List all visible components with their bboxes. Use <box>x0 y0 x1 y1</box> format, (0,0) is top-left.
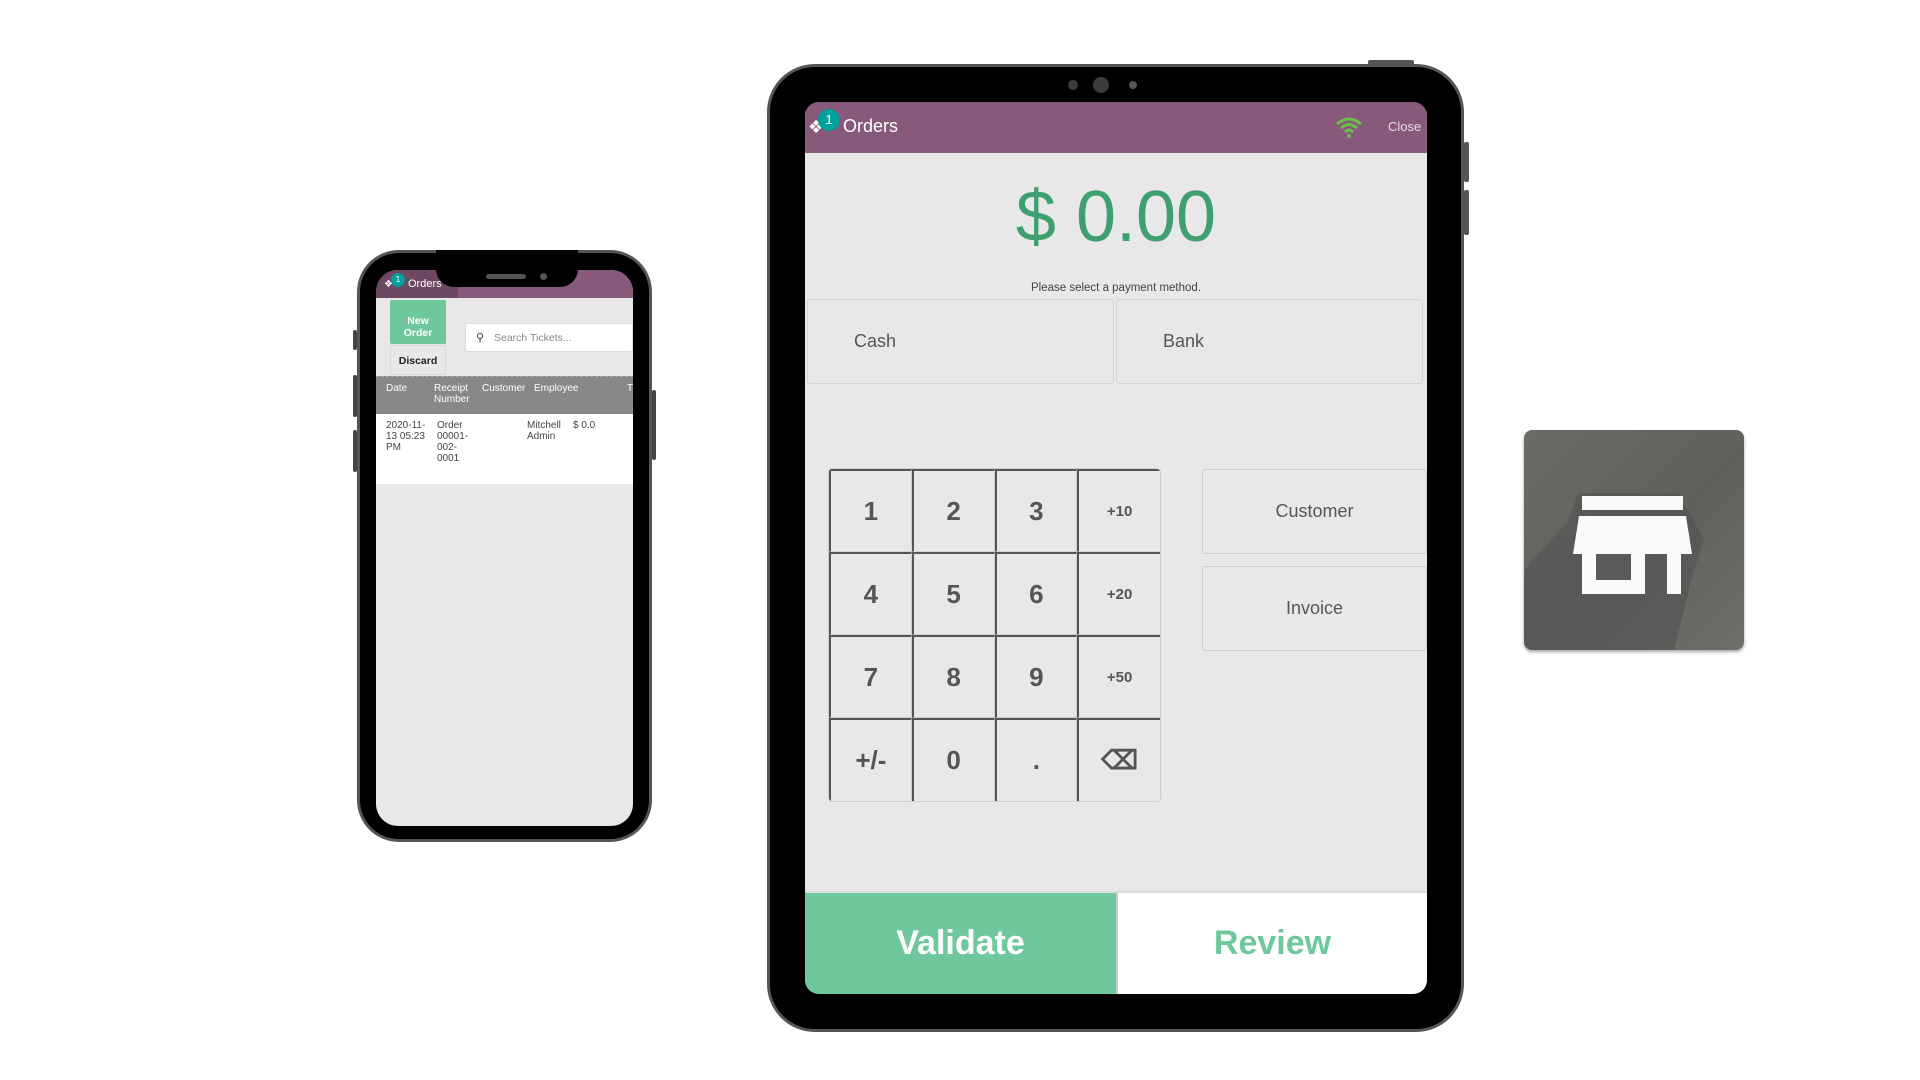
numpad-key-plus-50[interactable]: +50 <box>1077 635 1160 718</box>
tablet-sensor <box>1068 80 1078 90</box>
phone-header-title: Orders <box>408 278 442 290</box>
payment-method-cash[interactable]: Cash <box>807 299 1114 384</box>
numpad-key-plus-10[interactable]: +10 <box>1077 469 1160 552</box>
tablet-camera <box>1093 77 1109 93</box>
numpad-key-4[interactable]: 4 <box>829 552 912 635</box>
orders-table-header: Date Receipt Number Customer Employee T <box>376 376 633 414</box>
column-header-date[interactable]: Date <box>386 383 407 394</box>
numpad-key-3[interactable]: 3 <box>994 469 1078 552</box>
pos-header-bar: ❖ 1 Orders Close <box>805 102 1427 153</box>
phone-speaker <box>486 274 526 279</box>
close-button[interactable]: Close <box>1388 119 1421 134</box>
order-count-badge: 1 <box>818 109 840 131</box>
cell-total: $ 0.0 <box>573 420 596 431</box>
wifi-icon <box>1336 117 1362 138</box>
payment-method-hint: Please select a payment method. <box>1030 282 1202 294</box>
tablet-volume-up-button <box>1464 142 1469 182</box>
tablet-screen: ❖ 1 Orders Close $ 0.00 Please select a … <box>805 102 1427 994</box>
phone-notch <box>436 250 578 287</box>
numpad-key-decimal[interactable]: . <box>994 718 1078 801</box>
new-order-button[interactable]: New Order <box>390 300 446 344</box>
store-icon <box>1524 493 1704 650</box>
order-count-badge: 1 <box>391 273 405 287</box>
search-icon: ⚲ <box>476 331 485 344</box>
table-row[interactable]: 2020-11- 13 05:23 PM Order 00001- 002- 0… <box>376 414 633 484</box>
discard-button[interactable]: Discard <box>390 345 446 375</box>
cell-date: 2020-11- 13 05:23 PM <box>386 420 426 453</box>
tablet-light-sensor <box>1129 81 1137 89</box>
phone-camera <box>540 273 547 280</box>
numpad-key-2[interactable]: 2 <box>911 469 995 552</box>
cell-employee: Mitchell Admin <box>527 420 561 442</box>
column-header-customer[interactable]: Customer <box>482 383 525 394</box>
orders-menu-title[interactable]: Orders <box>843 116 898 137</box>
phone-power-button <box>652 390 656 460</box>
phone-screen: ❖ 1 Orders New Order Discard ⚲ Date Rece… <box>376 270 633 826</box>
payment-amount: $ 0.00 <box>1015 177 1217 257</box>
cell-receipt-number: Order 00001- 002- 0001 <box>437 420 469 464</box>
numpad-key-1[interactable]: 1 <box>829 469 912 552</box>
validate-button[interactable]: Validate <box>805 891 1116 994</box>
column-header-total[interactable]: T <box>627 383 633 394</box>
numpad-key-6[interactable]: 6 <box>994 552 1078 635</box>
numpad-key-plus-minus[interactable]: +/- <box>829 718 912 801</box>
numpad-key-0[interactable]: 0 <box>911 718 995 801</box>
backspace-icon[interactable]: ⌫ <box>1077 718 1160 801</box>
numpad-key-plus-20[interactable]: +20 <box>1077 552 1160 635</box>
column-header-receipt-number[interactable]: Receipt Number <box>434 383 470 405</box>
tablet-volume-down-button <box>1464 190 1469 235</box>
payment-method-bank[interactable]: Bank <box>1116 299 1423 384</box>
numpad-key-9[interactable]: 9 <box>994 635 1078 718</box>
customer-button[interactable]: Customer <box>1202 469 1427 554</box>
invoice-button[interactable]: Invoice <box>1202 566 1427 651</box>
column-header-employee[interactable]: Employee <box>534 383 578 394</box>
numpad-key-7[interactable]: 7 <box>829 635 912 718</box>
store-app-tile[interactable] <box>1524 430 1744 650</box>
numpad-key-8[interactable]: 8 <box>911 635 995 718</box>
search-tickets-input[interactable] <box>494 328 624 348</box>
search-tickets-field[interactable]: ⚲ <box>465 323 633 352</box>
numpad-key-5[interactable]: 5 <box>911 552 995 635</box>
review-button[interactable]: Review <box>1116 891 1427 994</box>
numpad: 1 2 3 +10 4 5 6 +20 7 8 9 +50 +/- 0 . ⌫ <box>828 468 1161 802</box>
